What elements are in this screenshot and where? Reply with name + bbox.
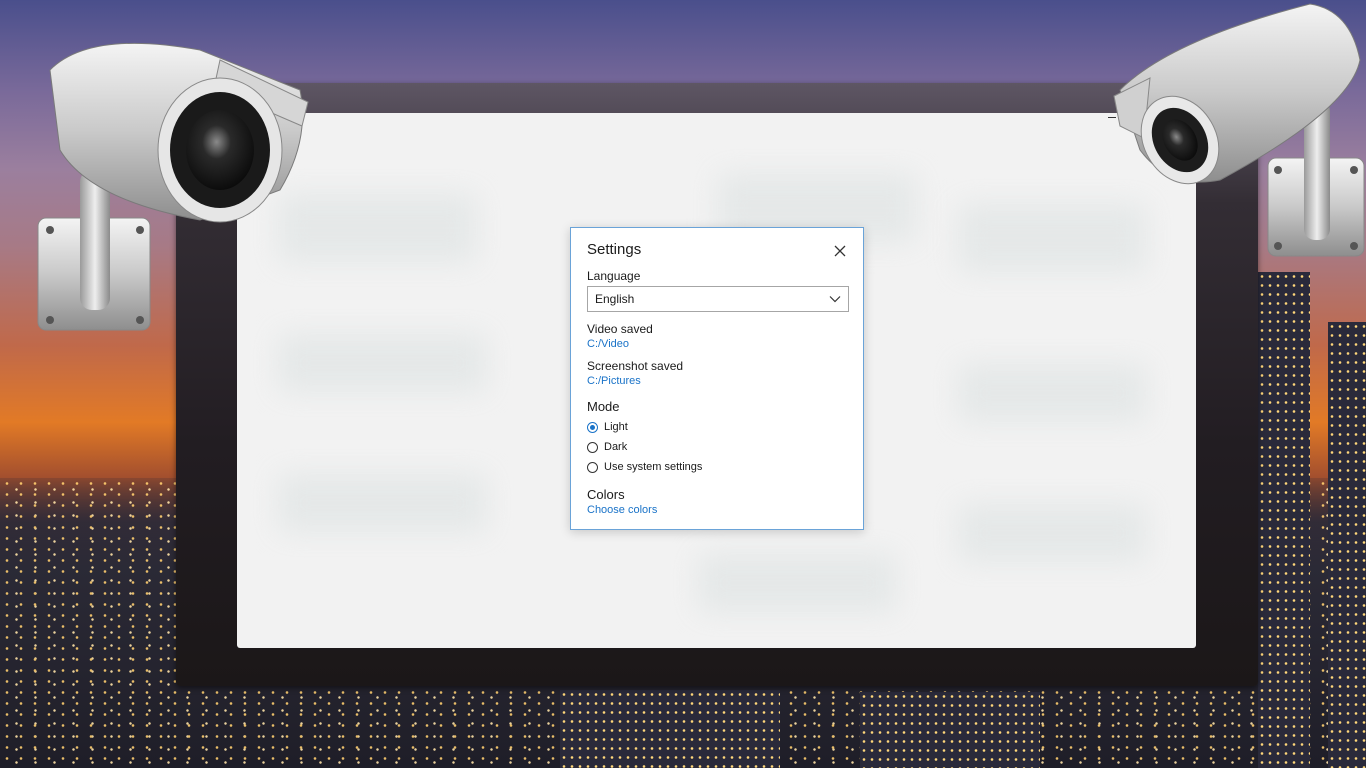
background-tower <box>1258 272 1310 768</box>
radio-label: Light <box>604 421 628 433</box>
screenshot-saved-label: Screenshot saved <box>587 359 684 373</box>
video-saved-label: Video saved <box>587 322 653 336</box>
language-select[interactable]: English <box>587 286 849 312</box>
choose-colors-link[interactable]: Choose colors <box>587 504 657 516</box>
mode-heading: Mode <box>587 399 620 414</box>
radio-label: Use system settings <box>604 461 703 473</box>
mode-light-radio[interactable]: Light <box>587 421 628 433</box>
radio-selected-indicator <box>587 421 598 433</box>
background-tower <box>860 692 1040 768</box>
background-tower <box>1328 322 1366 768</box>
language-selected-value: English <box>595 292 635 306</box>
colors-heading: Colors <box>587 487 625 502</box>
security-camera-icon <box>1113 3 1365 257</box>
radio-indicator <box>587 441 598 453</box>
dialog-title: Settings <box>587 241 642 258</box>
close-button[interactable] <box>829 240 851 262</box>
screenshot-path-link[interactable]: C:/Pictures <box>587 375 641 387</box>
background-tower <box>560 690 780 768</box>
video-path-link[interactable]: C:/Video <box>587 338 629 350</box>
settings-dialog: Settings Language English Video saved C:… <box>570 227 864 530</box>
mode-system-radio[interactable]: Use system settings <box>587 461 702 473</box>
language-label: Language <box>587 269 641 283</box>
mode-dark-radio[interactable]: Dark <box>587 441 627 453</box>
security-camera-icon <box>37 42 309 331</box>
chevron-down-icon <box>829 295 841 303</box>
radio-indicator <box>587 461 598 473</box>
close-icon <box>834 245 846 257</box>
radio-label: Dark <box>604 441 628 453</box>
